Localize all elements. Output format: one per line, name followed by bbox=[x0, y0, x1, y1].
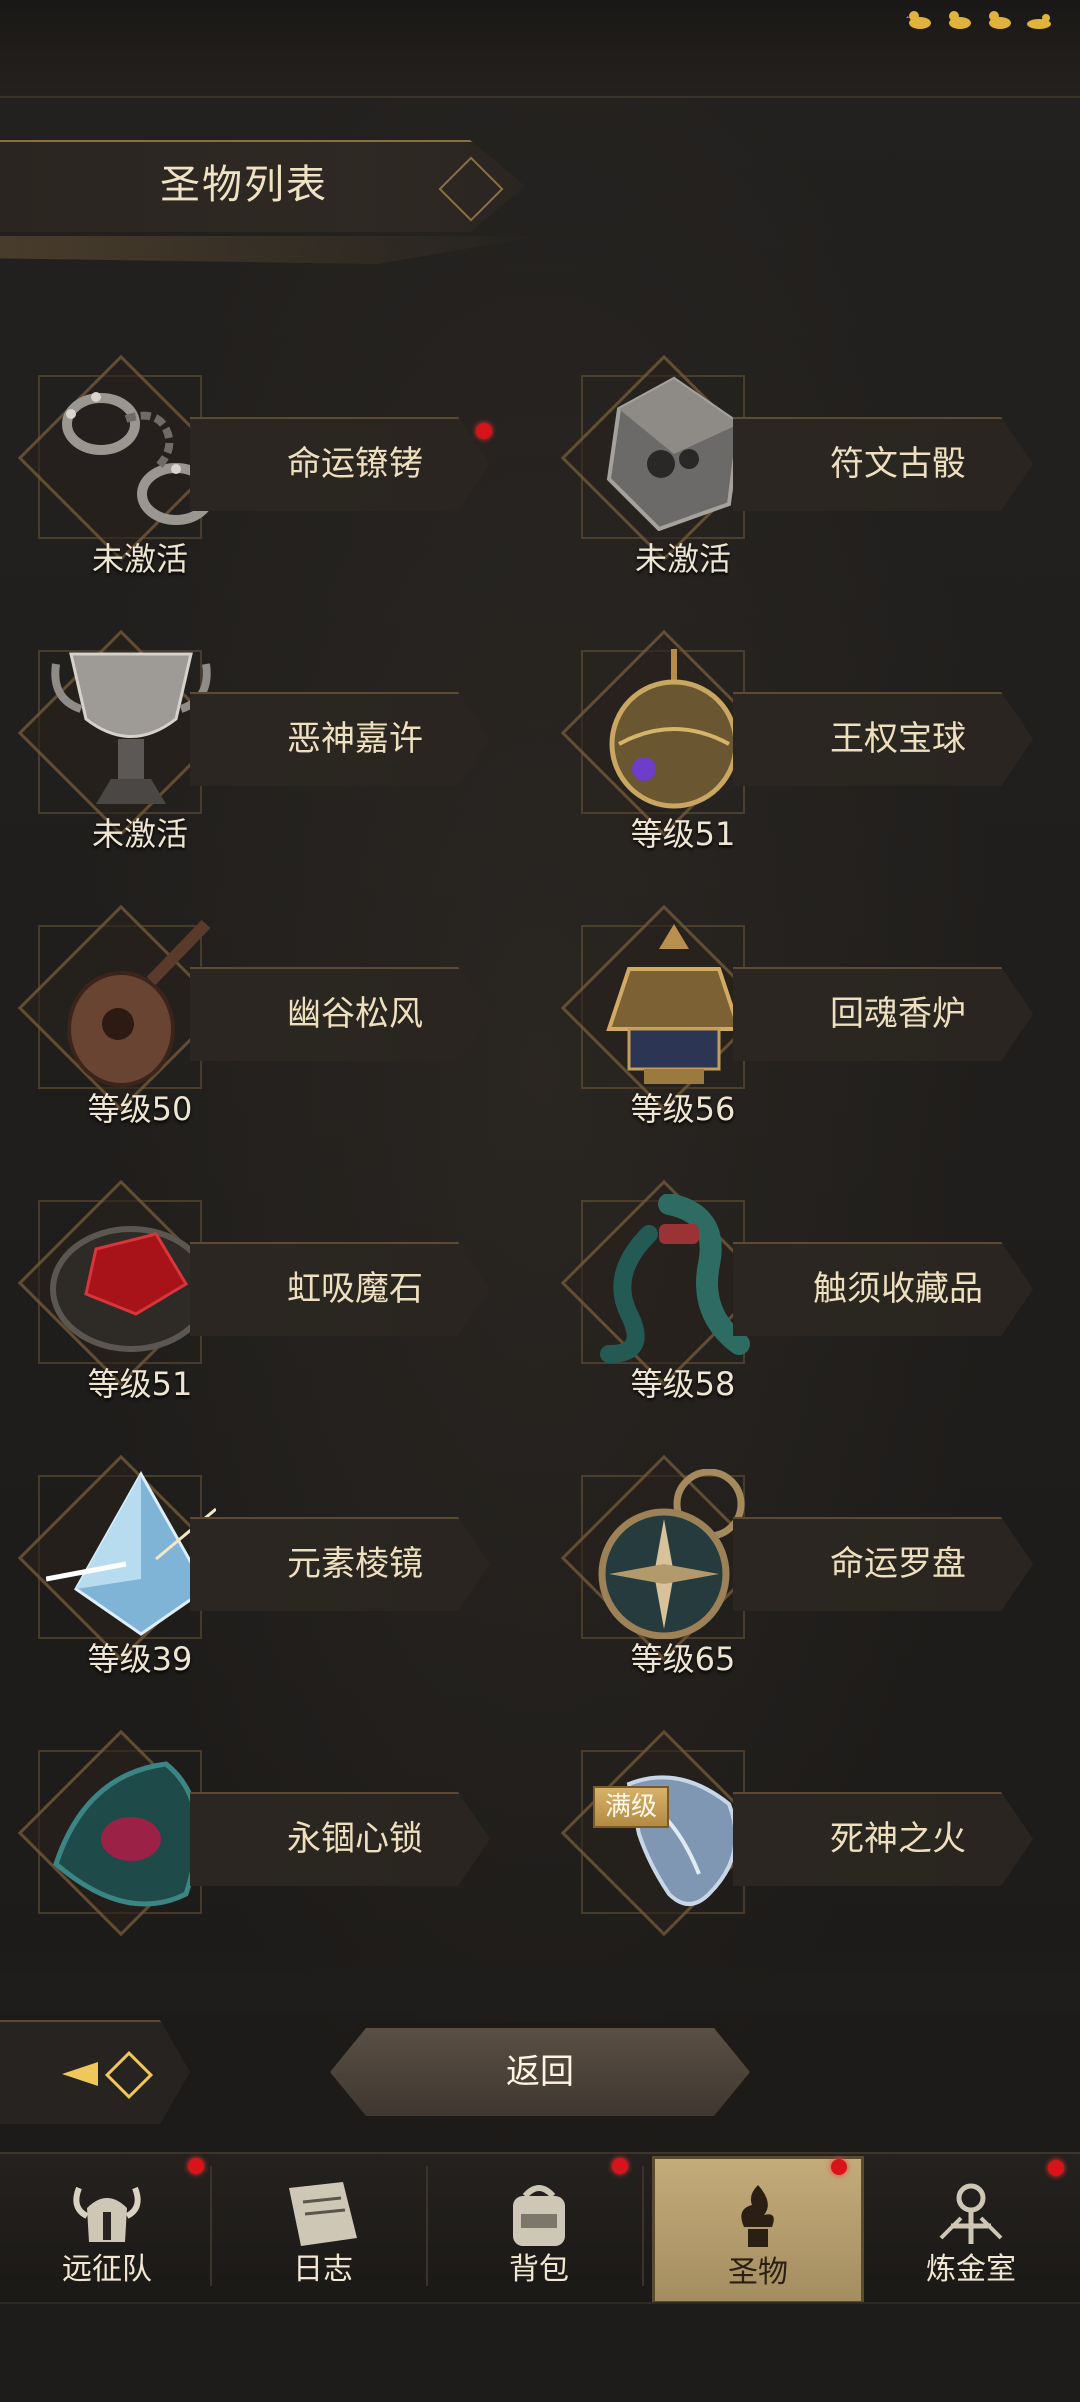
relic-card[interactable]: 幽谷松风 等级50 bbox=[0, 904, 520, 1145]
tab-alchemy[interactable]: 炼金室 bbox=[868, 2156, 1074, 2298]
relic-card[interactable]: 符文古骰 未激活 bbox=[543, 354, 1063, 595]
return-button-label[interactable]: 返回 bbox=[330, 2028, 750, 2116]
tab-expedition[interactable]: 远征队 bbox=[4, 2156, 212, 2298]
relic-name: 幽谷松风 bbox=[287, 994, 423, 1034]
relic-card[interactable]: 触须收藏品 等级58 bbox=[543, 1179, 1063, 1420]
notification-dot bbox=[831, 2159, 847, 2175]
diamond-icon bbox=[104, 2050, 154, 2100]
status-icons bbox=[906, 8, 1052, 30]
relic-card[interactable]: 永锢心锁 bbox=[0, 1729, 520, 1970]
bottom-decoration bbox=[0, 2302, 1080, 2402]
relic-status: 未激活 bbox=[91, 815, 188, 853]
relic-status: 等级58 bbox=[630, 1365, 736, 1403]
relic-name: 死神之火 bbox=[830, 1819, 966, 1859]
max-level-badge: 满级 bbox=[593, 1786, 669, 1828]
top-bar bbox=[0, 0, 1080, 98]
duck-icon bbox=[946, 8, 972, 30]
notification-dot bbox=[188, 2158, 204, 2174]
relic-name: 触须收藏品 bbox=[813, 1269, 983, 1309]
relic-card[interactable]: 回魂香炉 等级56 bbox=[543, 904, 1063, 1145]
tab-backpack[interactable]: 背包 bbox=[436, 2156, 644, 2298]
tab-label: 背包 bbox=[509, 2252, 569, 2287]
relic-flame-icon bbox=[718, 2181, 798, 2253]
notification-dot bbox=[1048, 2160, 1064, 2176]
list-fade bbox=[0, 1942, 1080, 2012]
tab-label: 日志 bbox=[293, 2252, 353, 2287]
relic-status: 等级65 bbox=[630, 1640, 736, 1678]
page-title: 圣物列表 bbox=[160, 162, 328, 208]
relic-card[interactable]: 恶神嘉许 未激活 bbox=[0, 629, 520, 870]
tab-label: 炼金室 bbox=[926, 2252, 1016, 2287]
duck-icon bbox=[1026, 8, 1052, 30]
relic-name: 符文古骰 bbox=[830, 444, 966, 484]
helmet-icon bbox=[67, 2178, 147, 2250]
relic-status: 等级39 bbox=[87, 1640, 193, 1678]
collapse-arrow-button[interactable] bbox=[0, 2020, 190, 2124]
relic-name: 王权宝球 bbox=[830, 719, 966, 759]
relic-name: 回魂香炉 bbox=[830, 994, 966, 1034]
relic-status: 未激活 bbox=[91, 540, 188, 578]
arrow-left-icon bbox=[62, 2062, 98, 2086]
relic-name: 命运镣铐 bbox=[287, 444, 423, 484]
alchemy-icon bbox=[931, 2178, 1011, 2250]
relic-card[interactable]: 满级 死神之火 bbox=[543, 1729, 1063, 1970]
relic-status: 等级51 bbox=[87, 1365, 193, 1403]
relic-name: 元素棱镜 bbox=[287, 1544, 423, 1584]
relic-status: 等级50 bbox=[87, 1090, 193, 1128]
relic-status: 等级51 bbox=[630, 815, 736, 853]
relic-status: 未激活 bbox=[634, 540, 731, 578]
relic-card[interactable]: 元素棱镜 等级39 bbox=[0, 1454, 520, 1695]
relic-name: 恶神嘉许 bbox=[287, 719, 423, 759]
relic-card[interactable]: 命运镣铐 未激活 bbox=[0, 354, 520, 595]
relic-card[interactable]: 命运罗盘 等级65 bbox=[543, 1454, 1063, 1695]
relic-name: 永锢心锁 bbox=[287, 1819, 423, 1859]
tab-journal[interactable]: 日志 bbox=[220, 2156, 428, 2298]
tab-label: 圣物 bbox=[728, 2255, 788, 2290]
relic-card[interactable]: 虹吸魔石 等级51 bbox=[0, 1179, 520, 1420]
relic-status: 等级56 bbox=[630, 1090, 736, 1128]
duck-icon bbox=[986, 8, 1012, 30]
duck-icon bbox=[906, 8, 932, 30]
tab-label: 远征队 bbox=[62, 2252, 152, 2287]
backpack-icon bbox=[499, 2178, 579, 2250]
notification-dot bbox=[476, 423, 492, 439]
notification-dot bbox=[612, 2158, 628, 2174]
journal-icon bbox=[283, 2178, 363, 2250]
relic-name: 命运罗盘 bbox=[830, 1544, 966, 1584]
relic-name: 虹吸魔石 bbox=[287, 1269, 423, 1309]
relic-card[interactable]: 王权宝球 等级51 bbox=[543, 629, 1063, 870]
tab-relics[interactable]: 圣物 bbox=[652, 2156, 864, 2304]
